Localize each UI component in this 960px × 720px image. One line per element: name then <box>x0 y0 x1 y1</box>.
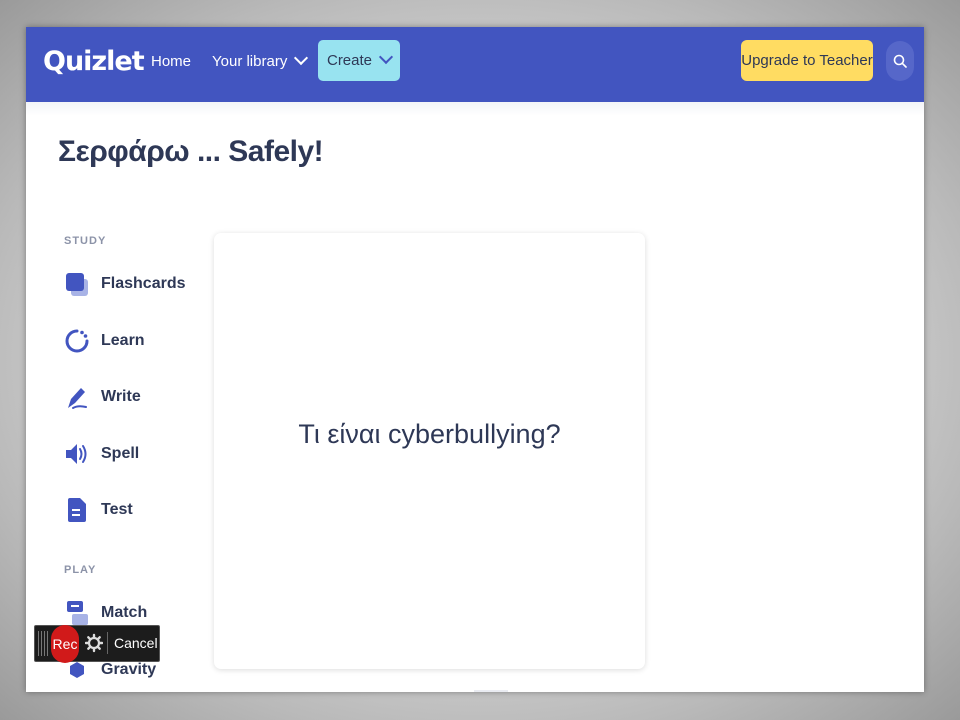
study-section-label: STUDY <box>64 235 107 247</box>
search-icon <box>893 54 907 68</box>
sidebar-item-label: Match <box>101 604 148 621</box>
cancel-recording-button[interactable]: Cancel <box>107 632 158 654</box>
flashcard-term: Τι είναι cyberbullying? <box>298 419 561 449</box>
nav-your-library-label: Your library <box>212 53 288 70</box>
header-shadow-strip <box>26 102 924 116</box>
sidebar-item-learn[interactable]: Learn <box>64 324 214 358</box>
learn-icon <box>65 329 89 353</box>
sidebar-item-label: Spell <box>101 445 140 462</box>
sidebar-item-spell[interactable]: Spell <box>64 437 214 471</box>
write-icon <box>68 388 87 409</box>
test-icon <box>68 498 86 522</box>
spell-icon <box>66 444 87 464</box>
sidebar-item-label: Flashcards <box>101 275 186 292</box>
app-window: Quizlet Home Your library Create Upgrade… <box>26 27 924 692</box>
sidebar-item-label: Write <box>101 388 141 405</box>
gear-icon[interactable] <box>85 632 103 654</box>
sidebar-item-flashcards[interactable]: Flashcards <box>64 267 214 301</box>
nav-your-library-dropdown[interactable]: Your library <box>212 50 309 72</box>
chevron-down-icon <box>294 50 309 66</box>
sidebar-item-test[interactable]: Test <box>64 493 214 527</box>
quizlet-logo[interactable]: Quizlet <box>43 44 145 80</box>
set-title: Σερφάρω ... Safely! <box>58 135 324 168</box>
drag-handle[interactable] <box>38 631 48 656</box>
sidebar-item-write[interactable]: Write <box>64 380 214 414</box>
play-section-label: PLAY <box>64 564 97 576</box>
flashcard[interactable]: Τι είναι cyberbullying? <box>214 233 645 669</box>
sidebar-item-label: Test <box>101 501 133 518</box>
sidebar-item-label: Gravity <box>101 661 157 678</box>
record-button[interactable]: Rec <box>51 625 79 663</box>
create-button-label: Create <box>326 52 373 69</box>
match-icon <box>67 601 88 625</box>
upgrade-to-teacher-button[interactable]: Upgrade to Teacher <box>741 40 873 81</box>
top-navigation-bar: Quizlet Home Your library Create Upgrade… <box>26 27 924 102</box>
sidebar-item-label: Learn <box>101 332 145 349</box>
nav-home-link[interactable]: Home <box>151 52 191 72</box>
chevron-down-icon <box>378 49 394 65</box>
flashcards-icon <box>66 273 88 296</box>
create-button[interactable]: Create <box>318 40 400 81</box>
bottom-tab-indicator <box>474 690 508 692</box>
search-button[interactable] <box>886 41 914 81</box>
